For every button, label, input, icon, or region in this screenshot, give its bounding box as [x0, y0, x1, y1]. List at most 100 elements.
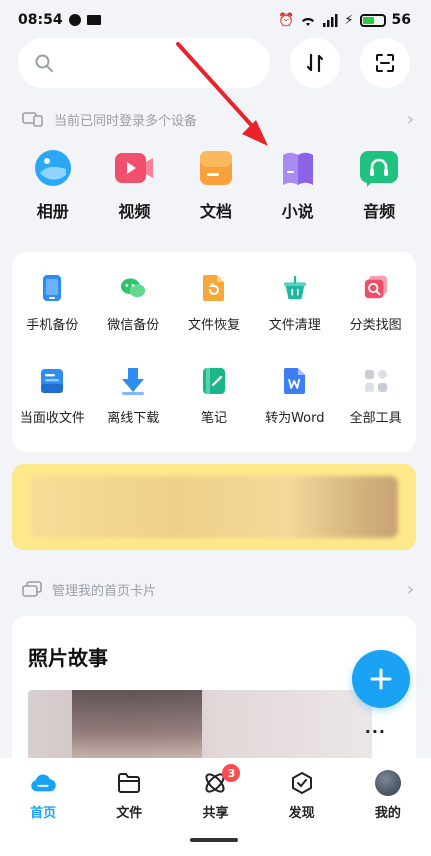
avatar — [374, 770, 401, 796]
tool-convert-word[interactable]: 转为Word — [254, 353, 335, 446]
tool-phone-backup[interactable]: 手机备份 — [12, 260, 93, 353]
tool-note[interactable]: 笔记 — [174, 353, 255, 446]
chevron-right-icon: › — [406, 578, 414, 600]
battery-icon — [359, 13, 386, 27]
tool-label: 手机备份 — [26, 318, 79, 333]
tab-share[interactable]: 3 共享 — [180, 764, 250, 856]
find-image-icon — [363, 274, 389, 302]
category-novel[interactable]: 小说 — [258, 148, 338, 238]
receive-file-icon — [39, 367, 65, 395]
tool-label: 微信备份 — [107, 318, 160, 333]
tool-file-clean[interactable]: 文件清理 — [254, 260, 335, 353]
promo-banner[interactable] — [12, 464, 416, 550]
tool-file-recovery[interactable]: 文件恢复 — [174, 260, 255, 353]
category-label: 文档 — [199, 202, 232, 221]
wifi-icon — [302, 17, 315, 26]
tab-home[interactable]: 首页 — [8, 770, 78, 856]
devices-left: 当前已同时登录多个设备 — [22, 110, 197, 129]
tab-label: 文件 — [116, 806, 143, 821]
tool-label: 文件恢复 — [187, 318, 240, 333]
tools-grid: 手机备份 微信备份 文件恢复 文件清理 分类找图 当面收文件 离线下载 笔记 转… — [12, 252, 416, 446]
phone-backup-icon — [39, 274, 65, 302]
search-icon — [34, 53, 54, 73]
status-right: ⏰ ⚡ 56 — [278, 12, 411, 28]
audio-icon — [359, 148, 399, 188]
charging-icon: ⚡ — [344, 12, 354, 28]
tool-all-tools[interactable]: 全部工具 — [335, 353, 416, 446]
home-cloud-icon — [30, 770, 56, 796]
share-badge: 3 — [222, 764, 241, 782]
tool-receive-file[interactable]: 当面收文件 — [12, 353, 93, 446]
tab-label: 首页 — [30, 806, 57, 821]
tool-label: 离线下载 — [107, 411, 160, 426]
discover-icon — [289, 770, 315, 796]
tool-label: 分类找图 — [349, 318, 402, 333]
folder-icon — [116, 770, 142, 796]
main-categories: 相册 视频 文档 小说 音频 — [12, 148, 420, 238]
message-dot-icon — [68, 14, 81, 26]
transfer-button[interactable] — [290, 38, 340, 88]
category-album[interactable]: 相册 — [13, 148, 93, 238]
tool-label: 转为Word — [265, 411, 325, 426]
devices-row[interactable]: 当前已同时登录多个设备 › — [22, 106, 414, 132]
chevron-right-icon: › — [406, 108, 414, 130]
offline-download-icon — [120, 367, 146, 395]
cards-icon — [22, 581, 42, 597]
add-button[interactable] — [352, 650, 410, 708]
all-tools-icon — [363, 367, 389, 395]
tab-label: 我的 — [374, 806, 401, 821]
word-icon — [282, 367, 308, 395]
tool-label: 当面收文件 — [19, 411, 85, 426]
tab-files[interactable]: 文件 — [94, 770, 164, 856]
novel-icon — [278, 148, 318, 188]
manage-cards-row[interactable]: 管理我的首页卡片 › — [22, 576, 414, 602]
battery-fill — [362, 16, 374, 24]
status-time: 08:54 — [18, 12, 63, 28]
scan-button[interactable] — [360, 38, 410, 88]
search-input[interactable] — [62, 55, 242, 71]
battery-level: 56 — [391, 12, 411, 28]
category-audio[interactable]: 音频 — [339, 148, 419, 238]
wechat-backup-icon — [120, 274, 146, 302]
tab-label: 共享 — [202, 806, 229, 821]
category-label: 相册 — [36, 202, 69, 221]
scan-icon — [376, 54, 394, 72]
category-label: 小说 — [281, 202, 314, 221]
plus-icon — [370, 668, 392, 690]
banner-image — [30, 476, 398, 538]
tab-discover[interactable]: 发现 — [267, 770, 337, 856]
home-indicator — [190, 838, 238, 842]
manage-left: 管理我的首页卡片 — [22, 580, 156, 599]
category-label: 视频 — [118, 202, 151, 221]
video-icon — [114, 148, 154, 188]
devices-text: 当前已同时登录多个设备 — [54, 113, 198, 129]
signal-icon — [323, 13, 338, 27]
category-document[interactable]: 文档 — [176, 148, 256, 238]
tab-label: 发现 — [288, 806, 315, 821]
search-box[interactable] — [18, 38, 270, 88]
more-icon[interactable]: ··· — [365, 722, 386, 741]
file-recovery-icon — [201, 274, 227, 302]
file-clean-icon — [282, 274, 308, 302]
category-video[interactable]: 视频 — [94, 148, 174, 238]
transfer-arrows-icon — [306, 53, 324, 73]
tool-label: 文件清理 — [268, 318, 321, 333]
tool-find-image[interactable]: 分类找图 — [335, 260, 416, 353]
category-label: 音频 — [363, 202, 396, 221]
tab-mine[interactable]: 我的 — [353, 770, 423, 856]
tool-label: 全部工具 — [349, 411, 402, 426]
story-thumbnail[interactable] — [28, 690, 372, 760]
status-left: 08:54 — [18, 12, 101, 28]
story-photo — [72, 690, 202, 760]
tool-wechat-backup[interactable]: 微信备份 — [93, 260, 174, 353]
devices-icon — [22, 112, 43, 127]
document-icon — [196, 148, 236, 188]
tool-offline-download[interactable]: 离线下载 — [93, 353, 174, 446]
manage-cards-text: 管理我的首页卡片 — [52, 583, 157, 599]
search-row — [18, 38, 418, 88]
avatar-icon — [374, 770, 401, 796]
album-icon — [33, 148, 73, 188]
alarm-icon: ⏰ — [278, 12, 295, 28]
note-icon — [201, 367, 227, 395]
story-title: 照片故事 — [28, 646, 108, 670]
